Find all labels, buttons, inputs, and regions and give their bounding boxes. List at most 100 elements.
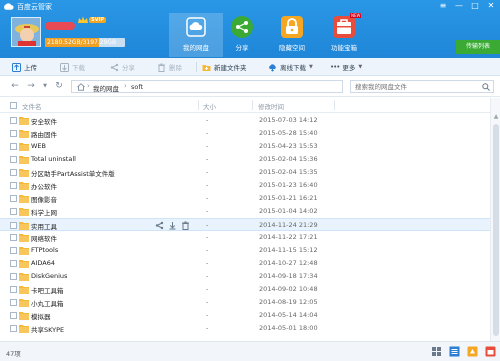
list-item[interactable]: 路由固件 - 2015-05-28 15:40 bbox=[0, 127, 490, 140]
transfer-list-button[interactable]: 传输列表 bbox=[456, 40, 500, 54]
row-checkbox[interactable] bbox=[10, 182, 17, 189]
folder-icon bbox=[19, 273, 29, 281]
breadcrumb[interactable]: › 我的网盘 › soft bbox=[71, 80, 343, 93]
list-item[interactable]: 网络软件 - 2014-11-22 17:21 bbox=[0, 231, 490, 244]
toolbar-divider bbox=[196, 62, 197, 72]
file-size: - bbox=[206, 298, 209, 306]
file-name: 卡吧工具箱 bbox=[31, 287, 64, 295]
share-box-icon[interactable] bbox=[467, 346, 478, 357]
row-checkbox[interactable] bbox=[10, 117, 17, 124]
file-name: 分区助手PartAssist单文件版 bbox=[31, 170, 115, 178]
row-checkbox[interactable] bbox=[10, 222, 17, 229]
row-checkbox[interactable] bbox=[10, 143, 17, 150]
file-size: - bbox=[206, 181, 209, 189]
breadcrumb-my-netdisk[interactable]: 我的网盘 bbox=[93, 83, 119, 93]
history-dropdown-icon[interactable]: ▼ bbox=[40, 81, 50, 91]
download-button[interactable]: 下载 bbox=[60, 61, 85, 73]
storage-quota-text: 2180.52GB/3197.29GB bbox=[47, 39, 117, 46]
share-icon[interactable] bbox=[155, 221, 164, 230]
row-checkbox[interactable] bbox=[10, 156, 17, 163]
list-item[interactable]: Total uninstall - 2015-02-04 15:36 bbox=[0, 153, 490, 166]
select-all-checkbox[interactable] bbox=[10, 102, 17, 109]
column-size[interactable]: 大小 bbox=[203, 101, 216, 111]
status-bar: 47项 bbox=[0, 341, 500, 361]
row-checkbox[interactable] bbox=[10, 130, 17, 137]
row-checkbox[interactable] bbox=[10, 260, 17, 267]
maximize-icon[interactable]: □ bbox=[470, 1, 480, 11]
close-icon[interactable]: ✕ bbox=[486, 1, 496, 11]
grid-view-icon[interactable] bbox=[431, 346, 442, 357]
storage-quota-bar: 2180.52GB/3197.29GB bbox=[45, 38, 125, 47]
file-name: 共享SKYPE bbox=[31, 326, 65, 334]
scroll-up-icon[interactable]: ▲ bbox=[492, 113, 500, 121]
tab-toolbox[interactable]: NEW 功能宝箱 bbox=[317, 13, 371, 57]
avatar[interactable] bbox=[11, 17, 41, 47]
menu-icon[interactable]: ≡ bbox=[438, 1, 448, 11]
trash-icon[interactable] bbox=[181, 221, 190, 230]
list-item[interactable]: 分区助手PartAssist单文件版 - 2015-02-04 15:35 bbox=[0, 166, 490, 179]
file-modified: 2015-07-03 14:12 bbox=[259, 116, 318, 124]
delete-button[interactable]: 删除 bbox=[157, 61, 182, 73]
search-box[interactable] bbox=[350, 80, 494, 93]
folder-icon bbox=[19, 208, 29, 216]
file-name: 网络软件 bbox=[31, 235, 57, 243]
row-checkbox[interactable] bbox=[10, 312, 17, 319]
list-item[interactable]: 卡吧工具箱 - 2014-09-02 10:48 bbox=[0, 283, 490, 296]
scrollbar-thumb[interactable] bbox=[493, 124, 499, 336]
row-checkbox[interactable] bbox=[10, 286, 17, 293]
file-name: WEB bbox=[31, 142, 46, 150]
header: 百度云管家 ≡ — □ ✕ SVIP 2180.52GB/3197.29GB 我… bbox=[0, 0, 500, 58]
list-item[interactable]: 科学上网 - 2015-01-04 14:02 bbox=[0, 205, 490, 218]
toolbox-icon bbox=[332, 15, 356, 39]
file-name: 实用工具 bbox=[31, 223, 57, 231]
list-item[interactable]: 小丸工具箱 - 2014-08-19 12:05 bbox=[0, 296, 490, 309]
row-checkbox[interactable] bbox=[10, 169, 17, 176]
refresh-icon[interactable]: ↻ bbox=[54, 81, 64, 91]
back-arrow-icon[interactable]: ← bbox=[10, 81, 20, 91]
row-checkbox[interactable] bbox=[10, 273, 17, 280]
list-item[interactable]: AIDA64 - 2014-10-27 12:48 bbox=[0, 257, 490, 270]
upload-button[interactable]: 上传 bbox=[12, 61, 37, 73]
forward-arrow-icon[interactable]: → bbox=[26, 81, 36, 91]
list-item[interactable]: 安全软件 - 2015-07-03 14:12 bbox=[0, 114, 490, 127]
row-checkbox[interactable] bbox=[10, 208, 17, 215]
upload-label: 上传 bbox=[24, 64, 37, 72]
home-icon bbox=[77, 83, 85, 91]
minimize-icon[interactable]: — bbox=[454, 1, 464, 11]
tab-hidden-space[interactable]: 隐藏空间 bbox=[265, 13, 319, 57]
tab-label: 分享 bbox=[235, 44, 249, 52]
search-icon[interactable] bbox=[482, 83, 490, 91]
file-modified: 2015-01-21 16:21 bbox=[259, 194, 318, 202]
offline-download-button[interactable]: 离线下载 ▼ bbox=[268, 61, 313, 73]
share-button[interactable]: 分享 bbox=[110, 61, 135, 73]
list-view-icon[interactable] bbox=[449, 346, 460, 357]
row-checkbox[interactable] bbox=[10, 247, 17, 254]
list-item[interactable]: 图像影音 - 2015-01-21 16:21 bbox=[0, 192, 490, 205]
tab-share[interactable]: 分享 bbox=[215, 13, 269, 57]
row-checkbox[interactable] bbox=[10, 234, 17, 241]
download-icon[interactable] bbox=[168, 221, 177, 230]
scrollbar[interactable]: ▲ bbox=[490, 98, 500, 341]
row-checkbox[interactable] bbox=[10, 299, 17, 306]
toolbox-icon[interactable] bbox=[485, 346, 496, 357]
list-item[interactable]: 办公软件 - 2015-01-23 16:40 bbox=[0, 179, 490, 192]
column-name[interactable]: 文件名 bbox=[22, 101, 42, 111]
row-checkbox[interactable] bbox=[10, 325, 17, 332]
folder-icon bbox=[19, 169, 29, 177]
list-item[interactable]: 模拟器 - 2014-05-14 14:04 bbox=[0, 309, 490, 322]
share-icon bbox=[110, 63, 119, 71]
list-item[interactable]: 共享SKYPE - 2014-05-01 18:00 bbox=[0, 322, 490, 335]
list-item[interactable]: WEB - 2015-04-23 15:53 bbox=[0, 140, 490, 153]
column-modified[interactable]: 修改时间 bbox=[258, 101, 284, 111]
list-item[interactable]: FTPtools - 2014-11-15 15:12 bbox=[0, 244, 490, 257]
row-checkbox[interactable] bbox=[10, 195, 17, 202]
new-folder-button[interactable]: 新建文件夹 bbox=[202, 61, 247, 73]
file-name: 路由固件 bbox=[31, 131, 57, 139]
vip-badge[interactable]: SVIP bbox=[78, 16, 106, 24]
list-item[interactable]: DiskGenius - 2014-09-18 17:34 bbox=[0, 270, 490, 283]
search-input[interactable] bbox=[351, 81, 475, 92]
list-item-hovered[interactable]: 实用工具 - 2014-11-24 21:29 bbox=[0, 218, 490, 231]
breadcrumb-soft[interactable]: soft bbox=[131, 83, 143, 91]
more-button[interactable]: ••• 更多 ▼ bbox=[330, 61, 362, 73]
file-name: 安全软件 bbox=[31, 118, 57, 126]
